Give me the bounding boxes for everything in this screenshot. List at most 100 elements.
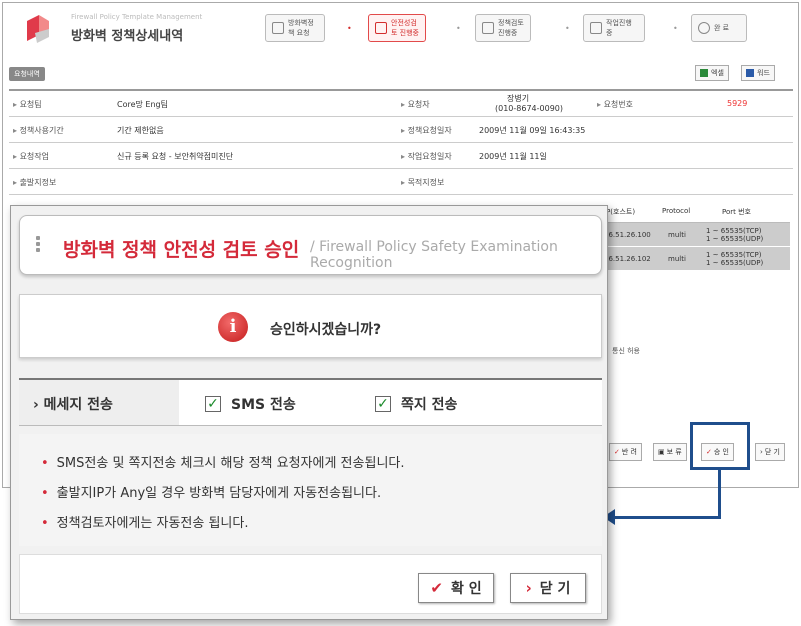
table-row: 06.51.26.102 multi 1 ~ 65535(TCP) 1 ~ 65… bbox=[604, 247, 790, 271]
grip-icon bbox=[36, 234, 46, 258]
reject-label: 반 려 bbox=[621, 448, 637, 456]
ip-cell: 06.51.26.100 bbox=[604, 231, 651, 239]
bg-note: 통신 허용 bbox=[612, 347, 640, 355]
note-item: 정책검토자에게는 자동전송 됩니다. bbox=[41, 512, 249, 531]
step-policy-review[interactable]: 정책검토 진행중 bbox=[475, 14, 531, 42]
protocol-cell: multi bbox=[668, 255, 686, 263]
app-header: Firewall Policy Template Management 방화벽 … bbox=[3, 3, 798, 55]
table-row: 06.51.26.100 multi 1 ~ 65535(TCP) 1 ~ 65… bbox=[604, 223, 790, 247]
app-subtitle: Firewall Policy Template Management bbox=[71, 13, 203, 21]
step-label: 안전성검토 진행중 bbox=[391, 19, 419, 37]
requester-team-label: 요청팀 bbox=[13, 99, 42, 110]
sms-checkbox[interactable]: ✓ SMS 전송 bbox=[205, 394, 296, 414]
requester-phone: (010-8674-0090) bbox=[495, 104, 564, 113]
close-bg-button[interactable]: › 닫 기 bbox=[755, 443, 785, 461]
policy-period-label: 정책사용기간 bbox=[13, 125, 64, 136]
policy-request-date-value: 2009년 11월 09일 16:43:35 bbox=[479, 126, 586, 135]
message-label: 메세지 전송 bbox=[33, 394, 113, 414]
confirm-box: i 승인하시겠습니까? bbox=[19, 294, 602, 358]
info-row: 정책사용기간 기간 제한없음 정책요청일자 2009년 11월 09일 16:4… bbox=[9, 117, 793, 143]
close-button[interactable]: › 닫 기 bbox=[510, 573, 586, 603]
step-separator: • bbox=[456, 24, 461, 33]
close-bg-label: 닫 기 bbox=[764, 448, 780, 456]
logo-icon bbox=[27, 15, 49, 43]
note-label: 쪽지 전송 bbox=[401, 397, 458, 413]
column-port: Port 번호 bbox=[722, 208, 751, 216]
port-cell: 1 ~ 65535(UDP) bbox=[706, 235, 764, 243]
column-ip: IP(호스트) bbox=[604, 208, 636, 216]
arrow-line bbox=[718, 470, 721, 518]
document-icon bbox=[482, 22, 494, 34]
reject-button[interactable]: ✓ 반 려 bbox=[609, 443, 642, 461]
info-row: 요청작업 신규 등록 요청 - 보안취약점미진단 작업요청일자 2009년 11… bbox=[9, 143, 793, 169]
port-table-header: IP(호스트) Protocol Port 번호 bbox=[604, 199, 790, 223]
protocol-cell: multi bbox=[668, 231, 686, 239]
step-complete[interactable]: 완 료 bbox=[691, 14, 747, 42]
column-protocol: Protocol bbox=[662, 207, 691, 215]
note-item: 출발지IP가 Any일 경우 방화벽 담당자에게 자동전송됩니다. bbox=[41, 482, 381, 501]
arrow-line bbox=[612, 516, 721, 519]
excel-button[interactable]: 엑셀 bbox=[695, 65, 729, 81]
requester-label: 요청자 bbox=[401, 99, 430, 110]
check-icon: ✓ bbox=[614, 448, 620, 456]
source-label: 출발지정보 bbox=[13, 177, 57, 188]
close-label: 닫 기 bbox=[539, 581, 571, 597]
port-cell: 1 ~ 65535(UDP) bbox=[706, 259, 764, 267]
confirm-button[interactable]: ✔ 확 인 bbox=[418, 573, 494, 603]
step-label: 정책검토 진행중 bbox=[498, 19, 524, 37]
word-label: 워드 bbox=[757, 69, 770, 77]
checkbox-checked-icon[interactable]: ✓ bbox=[205, 396, 221, 412]
sms-label: SMS 전송 bbox=[231, 397, 296, 413]
approval-dialog: 방화벽 정책 안전성 검토 승인 / Firewall Policy Safet… bbox=[10, 205, 608, 620]
info-row: 요청팀 Core망 Eng팀 요청자 장병기 (010-8674-0090) 요… bbox=[9, 91, 793, 117]
request-info-table: 요청팀 Core망 Eng팀 요청자 장병기 (010-8674-0090) 요… bbox=[9, 89, 793, 195]
hold-button[interactable]: ▣ 보 류 bbox=[653, 443, 687, 461]
destination-label: 목적지정보 bbox=[401, 177, 445, 188]
dialog-title-bar: 방화벽 정책 안전성 검토 승인 / Firewall Policy Safet… bbox=[19, 215, 602, 275]
document-icon bbox=[590, 22, 602, 34]
chevron-right-icon: › bbox=[525, 579, 532, 597]
message-row: 메세지 전송 ✓ SMS 전송 ✓ 쪽지 전송 bbox=[19, 378, 602, 426]
dialog-footer: ✔ 확 인 › 닫 기 bbox=[19, 554, 602, 614]
excel-label: 엑셀 bbox=[711, 69, 724, 77]
document-icon: ▣ bbox=[658, 448, 665, 456]
note-checkbox[interactable]: ✓ 쪽지 전송 bbox=[375, 394, 457, 414]
check-circle-icon bbox=[698, 22, 710, 34]
port-cell: 1 ~ 65535(TCP) bbox=[706, 251, 762, 259]
step-label: 방화벽정책 요청 bbox=[288, 19, 314, 37]
step-safety-review[interactable]: 안전성검토 진행중 bbox=[368, 14, 426, 42]
notes-box: SMS전송 및 쪽지전송 체크시 해당 정책 요청자에게 전송됩니다. 출발지I… bbox=[19, 434, 602, 546]
excel-icon bbox=[700, 69, 708, 77]
step-separator: • bbox=[565, 24, 570, 33]
step-separator: • bbox=[347, 24, 352, 33]
requester-name: 장병기 bbox=[507, 94, 530, 103]
policy-request-date-label: 정책요청일자 bbox=[401, 125, 452, 136]
step-request[interactable]: 방화벽정책 요청 bbox=[265, 14, 325, 42]
confirm-label: 확 인 bbox=[450, 581, 482, 597]
port-table: IP(호스트) Protocol Port 번호 06.51.26.100 mu… bbox=[604, 199, 790, 271]
checkbox-checked-icon[interactable]: ✓ bbox=[375, 396, 391, 412]
confirm-text: 승인하시겠습니까? bbox=[270, 322, 382, 338]
info-icon: i bbox=[218, 312, 248, 342]
dialog-title: 방화벽 정책 안전성 검토 승인 bbox=[63, 239, 300, 261]
step-separator: • bbox=[673, 24, 678, 33]
ip-cell: 06.51.26.102 bbox=[604, 255, 651, 263]
step-in-progress[interactable]: 작업진행중 bbox=[583, 14, 645, 42]
chevron-right-icon: › bbox=[760, 448, 763, 456]
request-task-label: 요청작업 bbox=[13, 151, 49, 162]
section-tag: 요청내역 bbox=[9, 67, 45, 81]
request-task-value: 신규 등록 요청 - 보안취약점미진단 bbox=[117, 152, 234, 161]
step-label: 작업진행중 bbox=[606, 19, 632, 37]
word-button[interactable]: 워드 bbox=[741, 65, 775, 81]
policy-period-value: 기간 제한없음 bbox=[117, 126, 164, 135]
note-item: SMS전송 및 쪽지전송 체크시 해당 정책 요청자에게 전송됩니다. bbox=[41, 452, 405, 471]
task-request-date-label: 작업요청일자 bbox=[401, 151, 452, 162]
app-title: 방화벽 정책상세내역 bbox=[71, 29, 184, 44]
request-no-value: 5929 bbox=[727, 99, 748, 108]
task-request-date-value: 2009년 11월 11일 bbox=[479, 152, 547, 161]
info-row: 출발지정보 목적지정보 bbox=[9, 169, 793, 195]
word-icon bbox=[746, 69, 754, 77]
request-no-label: 요청번호 bbox=[597, 99, 633, 110]
step-label: 완 료 bbox=[714, 24, 730, 32]
hold-label: 보 류 bbox=[666, 448, 682, 456]
